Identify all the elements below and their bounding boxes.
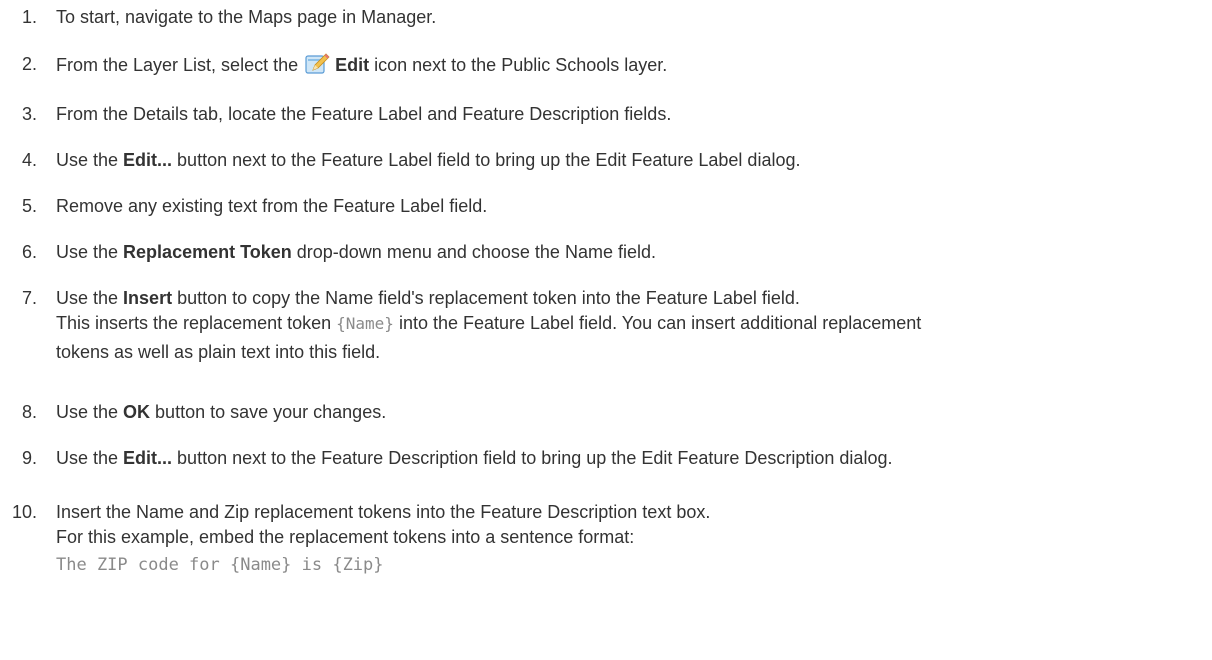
step-text: Remove any existing text from the Featur… (56, 196, 488, 216)
step-note: For this example, embed the replacement … (56, 527, 635, 547)
step-number: 6. (21, 242, 37, 262)
step-text: From the Layer List, select the Edit ico… (56, 53, 668, 75)
step-text: Insert the Name and Zip replacement toke… (56, 501, 1196, 579)
step-text: Use the Edit... button next to the Featu… (56, 150, 801, 170)
edit-label: Edit (335, 55, 370, 75)
inline-code: {Name} (336, 314, 394, 333)
step-text: Use the Replacement Token drop-down menu… (56, 242, 656, 262)
edit-button-label: Edit... (123, 448, 173, 468)
step-number: 5. (21, 196, 37, 216)
step-number: 9. (21, 448, 37, 468)
edit-button-label: Edit... (123, 150, 173, 170)
step-number: 3. (21, 104, 37, 124)
insert-button-label: Insert (123, 288, 173, 308)
step-text: Use the Edit... button next to the Featu… (56, 448, 893, 468)
step-note: tokens as well as plain text into this f… (56, 342, 381, 362)
step-text: Use the Insert button to copy the Name f… (56, 287, 1196, 366)
step-number: 8. (21, 402, 37, 422)
step-note: This inserts the replacement token {Name… (56, 313, 922, 333)
edit-pencil-icon (305, 53, 331, 75)
ok-button-label: OK (123, 402, 151, 422)
step-number: 7. (21, 288, 37, 308)
code-sample: The ZIP code for {Name} is {Zip} (56, 555, 384, 575)
step-number: 2. (21, 54, 37, 74)
step-number: 10. (11, 502, 37, 522)
step-text: To start, navigate to the Maps page in M… (56, 7, 437, 27)
replacement-token-label: Replacement Token (123, 242, 292, 262)
step-number: 4. (21, 150, 37, 170)
step-text: Use the OK button to save your changes. (56, 402, 387, 422)
step-number: 1. (21, 7, 37, 27)
step-text: From the Details tab, locate the Feature… (56, 104, 672, 124)
